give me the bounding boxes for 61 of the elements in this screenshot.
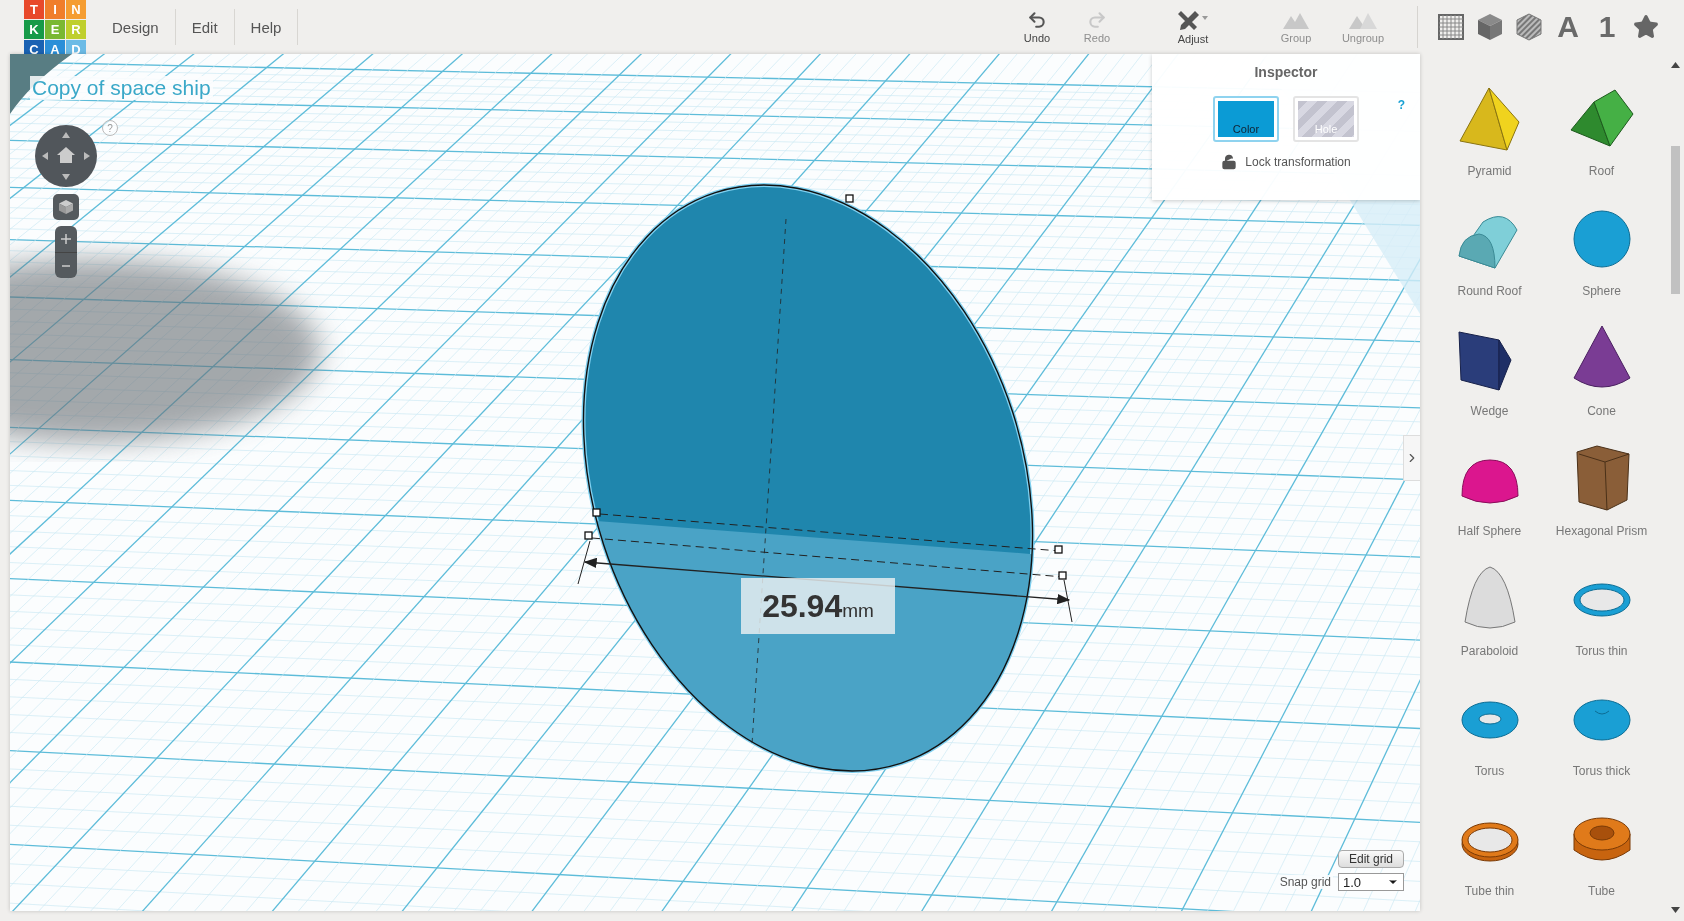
- inspector-title: Inspector: [1254, 64, 1318, 80]
- undo-button[interactable]: Undo: [1009, 10, 1065, 44]
- scroll-down-icon[interactable]: [1671, 907, 1680, 913]
- shape-item[interactable]: Tube: [1545, 794, 1658, 914]
- resize-handle[interactable]: [845, 194, 854, 203]
- logo-letter: R: [66, 19, 86, 39]
- shape-item[interactable]: Sphere: [1545, 194, 1658, 314]
- cube-icon: [1477, 13, 1503, 41]
- dimension-label[interactable]: 25.94mm: [741, 578, 895, 634]
- shape-item[interactable]: Roof: [1545, 74, 1658, 194]
- shape-item[interactable]: Paraboloid: [1433, 554, 1546, 674]
- category-tab[interactable]: A: [1549, 7, 1587, 47]
- adjust-button[interactable]: Adjust: [1153, 9, 1233, 45]
- help-mark[interactable]: ?: [102, 120, 118, 136]
- menu-item[interactable]: Help: [234, 9, 299, 45]
- shape-item[interactable]: Cone: [1545, 314, 1658, 434]
- grid-icon: [1437, 13, 1465, 41]
- resize-handle[interactable]: [1054, 545, 1063, 554]
- lock-label: Lock transformation: [1245, 155, 1351, 169]
- shape-item[interactable]: Half Sphere: [1433, 434, 1546, 554]
- unlocked-icon[interactable]: [1221, 154, 1238, 170]
- design-title: Copy of space ship: [30, 76, 213, 100]
- logo-letter: E: [45, 19, 65, 39]
- category-tab[interactable]: 1: [1588, 7, 1626, 47]
- logo-letter: T: [24, 0, 44, 19]
- logo-letter: N: [66, 0, 86, 19]
- logo-letter: K: [24, 19, 44, 39]
- ruler-pencil-icon: [1177, 9, 1209, 31]
- shape-item[interactable]: Round Roof: [1433, 194, 1546, 314]
- snap-grid-label: Snap grid: [1277, 875, 1333, 889]
- resize-handle[interactable]: [584, 531, 593, 540]
- shape-item[interactable]: Wedge: [1433, 314, 1546, 434]
- dimension-unit: mm: [842, 600, 874, 622]
- cube-icon: [58, 199, 74, 215]
- help-mark[interactable]: ?: [1397, 98, 1405, 112]
- shape-item[interactable]: Hexagonal Prism: [1545, 434, 1658, 554]
- star-icon: [1633, 14, 1659, 40]
- snap-grid-select[interactable]: 1.0: [1338, 873, 1404, 891]
- shape-item[interactable]: Torus thick: [1545, 674, 1658, 794]
- redo-icon: [1087, 10, 1107, 30]
- menu-item[interactable]: Edit: [175, 9, 235, 45]
- scroll-thumb[interactable]: [1671, 146, 1680, 294]
- view-cube-button[interactable]: [53, 194, 79, 220]
- edit-grid-button[interactable]: Edit grid: [1338, 850, 1404, 868]
- shape-item[interactable]: Tube thin: [1433, 794, 1546, 914]
- striped-cube-icon: [1516, 13, 1542, 41]
- resize-handle[interactable]: [592, 508, 601, 517]
- plus-icon: [61, 234, 71, 244]
- menu-item[interactable]: Design: [96, 9, 176, 45]
- scroll-up-icon[interactable]: [1671, 62, 1680, 68]
- resize-handle[interactable]: [1058, 571, 1067, 580]
- ellipse-shape[interactable]: [581, 183, 1035, 773]
- shape-item[interactable]: Torus thin: [1545, 554, 1658, 674]
- navigation-wheel[interactable]: [34, 124, 98, 188]
- color-mode-button[interactable]: Color: [1213, 96, 1279, 142]
- undo-icon: [1027, 10, 1047, 30]
- shape-item[interactable]: Torus: [1433, 674, 1546, 794]
- dimension-value: 25.94: [762, 588, 843, 625]
- logo-letter: I: [45, 0, 65, 19]
- shape-item[interactable]: Pyramid: [1433, 74, 1546, 194]
- minus-icon: [62, 263, 70, 268]
